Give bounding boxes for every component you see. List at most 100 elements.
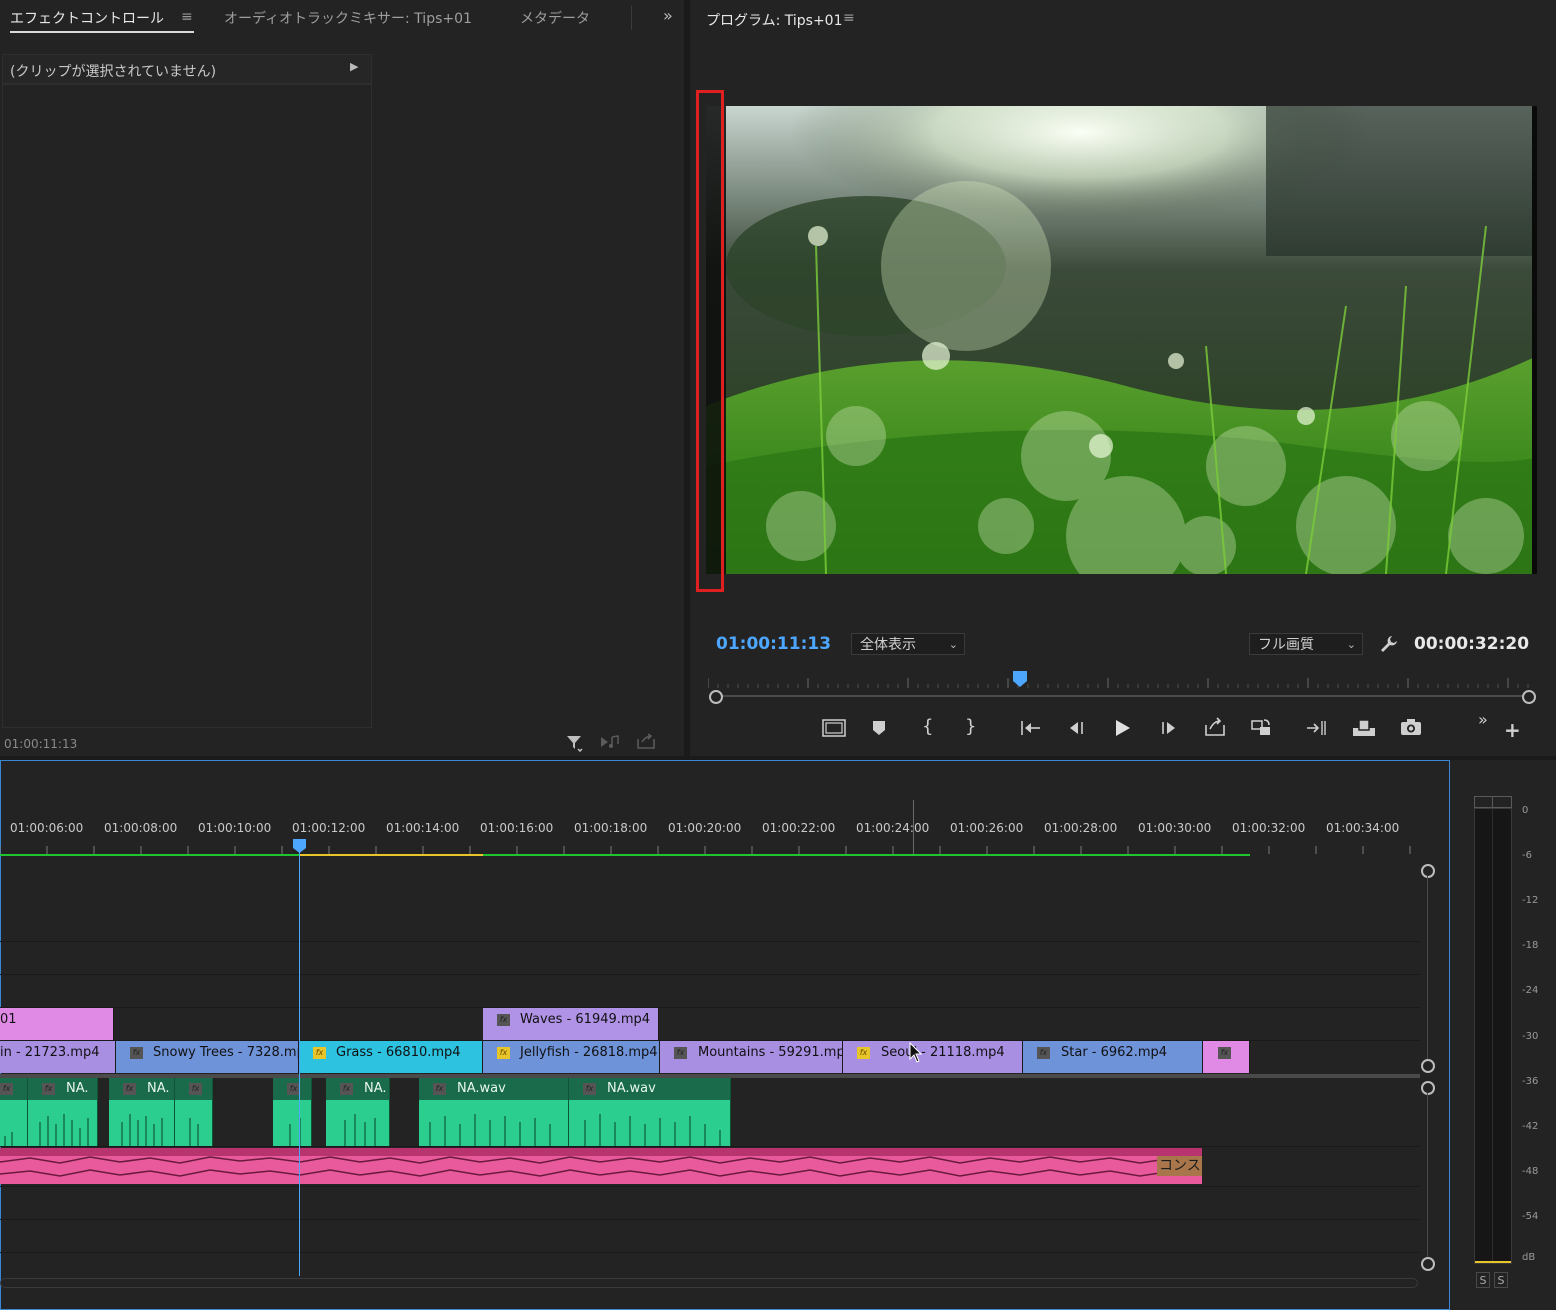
audio-scroll-bottom-handle[interactable] xyxy=(1421,1257,1435,1271)
monitor-playhead[interactable] xyxy=(1012,670,1028,688)
triangle-right-icon[interactable]: ▶ xyxy=(350,60,358,73)
fx-badge-icon: fx xyxy=(433,1083,446,1095)
add-button-icon[interactable]: + xyxy=(1504,718,1521,742)
effect-controls-timecode: 01:00:11:13 xyxy=(4,737,78,751)
fx-badge-icon: fx xyxy=(497,1014,510,1026)
tab-audio-track-mixer[interactable]: オーディオトラックミキサー: Tips+01 xyxy=(224,8,472,28)
ruler-label: 01:00:22:00 xyxy=(762,821,836,835)
video-clip[interactable]: 01 xyxy=(0,1008,114,1040)
ruler-label: 01:00:24:00 xyxy=(856,821,930,835)
lift-icon[interactable] xyxy=(1204,717,1226,737)
fx-badge-icon: fx xyxy=(497,1047,510,1059)
insert-icon[interactable] xyxy=(1306,720,1328,736)
meter-scale-label: -18 xyxy=(1522,940,1539,951)
video-clip[interactable]: fx Waves - 61949.mp4 xyxy=(483,1008,659,1040)
video-clip[interactable]: fx Snowy Trees - 7328.mp xyxy=(116,1041,299,1073)
audio-scrollbar-track[interactable] xyxy=(1427,1093,1428,1257)
video-scrollbar-track[interactable] xyxy=(1427,876,1428,1059)
add-marker-icon[interactable] xyxy=(872,720,886,736)
meter-scale-label: -48 xyxy=(1522,1166,1539,1177)
zoom-handle-left[interactable] xyxy=(709,690,723,704)
tab-metadata[interactable]: メタデータ xyxy=(520,8,590,28)
double-chevron-right-icon[interactable]: » xyxy=(663,6,673,25)
meter-scale-label: -30 xyxy=(1522,1031,1539,1042)
fx-badge-icon: fx xyxy=(1037,1047,1050,1059)
meter-scale-label: 0 xyxy=(1522,805,1529,816)
program-monitor-title[interactable]: プログラム: Tips+01 xyxy=(706,10,842,30)
hover-line xyxy=(913,800,914,854)
step-forward-icon[interactable] xyxy=(1160,721,1178,735)
track-separator xyxy=(0,1146,1420,1147)
fx-badge-icon: fx xyxy=(189,1083,202,1095)
meter-scale-label: -42 xyxy=(1522,1121,1539,1132)
duration-timecode: 00:00:32:20 xyxy=(1414,634,1530,654)
mark-out-icon[interactable]: } xyxy=(965,716,976,737)
quality-dropdown[interactable]: フル画質 ⌄ xyxy=(1249,633,1363,655)
mark-in-icon[interactable]: { xyxy=(922,716,933,737)
clip-label: 01 xyxy=(0,1012,17,1027)
level-meter-fill xyxy=(1475,1261,1511,1263)
play-audio-icon[interactable] xyxy=(600,735,620,749)
ruler-label: 01:00:32:00 xyxy=(1232,821,1306,835)
solo-button-left[interactable]: S xyxy=(1476,1272,1490,1288)
mouse-cursor-icon xyxy=(909,1042,923,1064)
solo-button-right[interactable]: S xyxy=(1494,1272,1508,1288)
audio-clip-label: NA.wav xyxy=(457,1081,506,1096)
filter-icon[interactable] xyxy=(566,734,584,752)
step-back-icon[interactable] xyxy=(1067,721,1085,735)
video-clip[interactable]: fx Grass - 66810.mp4 xyxy=(299,1041,483,1073)
current-timecode[interactable]: 01:00:11:13 xyxy=(716,634,831,654)
timeline-playhead[interactable] xyxy=(292,838,307,854)
audio-scroll-top-handle[interactable] xyxy=(1421,1081,1435,1095)
ruler-label: 01:00:08:00 xyxy=(104,821,178,835)
video-preview xyxy=(706,106,1537,574)
zoom-handle-right[interactable] xyxy=(1522,690,1536,704)
video-clip[interactable]: fx Seoul - 21118.mp4 xyxy=(843,1041,1023,1073)
chevron-down-icon: ⌄ xyxy=(948,638,958,651)
monitor-zoom-bar[interactable] xyxy=(716,695,1528,697)
video-clip[interactable]: fx Jellyfish - 26818.mp4 xyxy=(483,1041,660,1073)
music-clip[interactable]: コンス xyxy=(0,1148,1202,1184)
hamburger-icon[interactable]: ≡ xyxy=(181,9,193,25)
audio-clip-label: NA.wav xyxy=(607,1081,656,1096)
clip-label: Star - 6962.mp4 xyxy=(1061,1045,1168,1060)
tab-effect-controls[interactable]: エフェクトコントロール xyxy=(10,8,164,28)
meter-scale-label: -12 xyxy=(1522,895,1539,906)
no-clip-text: (クリップが選択されていません) xyxy=(10,64,217,80)
render-bar-green xyxy=(0,854,300,856)
double-chevron-right-icon[interactable]: » xyxy=(1478,710,1488,729)
extract-icon[interactable] xyxy=(1250,717,1272,739)
hamburger-icon[interactable]: ≡ xyxy=(843,10,855,26)
horizontal-scrollbar[interactable] xyxy=(0,1278,1418,1288)
play-icon[interactable] xyxy=(1114,719,1132,737)
video-clip[interactable]: in - 21723.mp4 xyxy=(0,1041,116,1073)
monitor-time-ruler[interactable] xyxy=(708,678,1532,688)
go-to-in-icon[interactable] xyxy=(1020,720,1042,736)
clip-label: Mountains - 59291.mp4 xyxy=(698,1045,843,1060)
export-icon[interactable] xyxy=(636,733,656,749)
effect-controls-body xyxy=(2,84,372,728)
video-scroll-top-handle[interactable] xyxy=(1421,864,1435,878)
video-clip[interactable]: fx Mountains - 59291.mp4 xyxy=(660,1041,843,1073)
export-frame-icon[interactable] xyxy=(1400,718,1422,736)
fx-badge-icon: fx xyxy=(1218,1047,1231,1059)
timeline-ruler-ticks[interactable] xyxy=(0,842,1420,854)
clip-label: Jellyfish - 26818.mp4 xyxy=(520,1045,658,1060)
safe-margins-icon[interactable] xyxy=(822,718,846,738)
overwrite-icon[interactable] xyxy=(1352,718,1376,738)
peak-indicator[interactable] xyxy=(1474,796,1512,808)
fx-badge-icon: fx xyxy=(123,1083,136,1095)
transition-label[interactable]: コンス xyxy=(1157,1156,1202,1176)
ruler-label: 01:00:14:00 xyxy=(386,821,460,835)
video-scroll-bottom-handle[interactable] xyxy=(1421,1059,1435,1073)
active-tab-underline xyxy=(10,31,194,33)
clip-label: Snowy Trees - 7328.mp xyxy=(153,1045,299,1060)
video-clip[interactable]: fx xyxy=(1203,1041,1250,1073)
audio-clip-label: NA. xyxy=(364,1081,387,1096)
video-clip[interactable]: fx Star - 6962.mp4 xyxy=(1023,1041,1203,1073)
red-highlight-box xyxy=(696,90,724,592)
timeline-playhead-line xyxy=(299,846,300,1276)
zoom-dropdown[interactable]: 全体表示 ⌄ xyxy=(851,633,965,655)
wrench-icon[interactable] xyxy=(1379,634,1399,654)
fx-badge-icon: fx xyxy=(857,1047,870,1059)
